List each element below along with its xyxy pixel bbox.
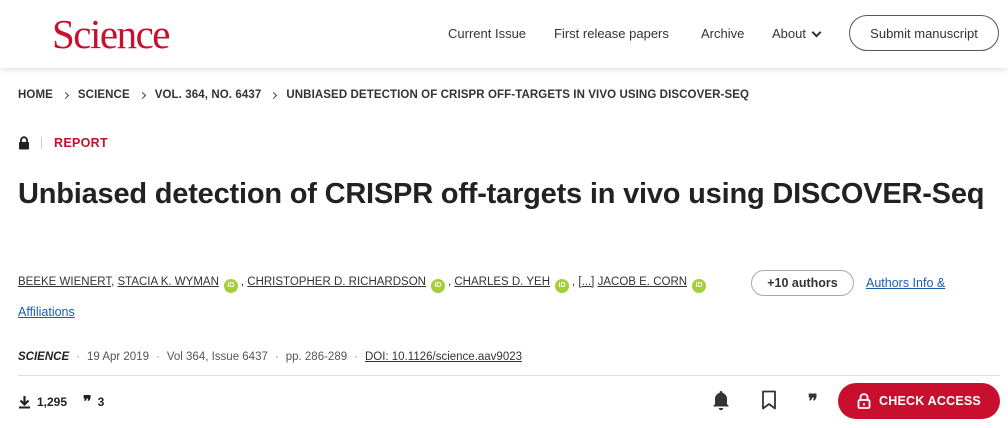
check-access-button[interactable]: CHECK ACCESS [838, 383, 1000, 419]
chevron-down-icon [811, 27, 822, 37]
doi-link[interactable]: DOI: 10.1126/science.aav9023 [365, 351, 522, 363]
article-metrics: 1,295 ❞ 3 [18, 392, 105, 411]
page-range: pp. 286-289 [285, 351, 348, 363]
divider [18, 375, 1000, 376]
separator: · [274, 351, 279, 363]
lock-icon [19, 136, 29, 150]
bell-icon[interactable] [711, 389, 731, 411]
orcid-icon[interactable]: iD [223, 279, 238, 293]
breadcrumb-science[interactable]: SCIENCE [78, 89, 130, 101]
separator: · [76, 351, 80, 363]
breadcrumb: HOME SCIENCE VOL. 364, NO. 6437 UNBIASED… [18, 89, 749, 101]
affiliations-link[interactable]: Affiliations [18, 305, 75, 319]
article-type: REPORT [54, 136, 108, 150]
volume-issue: Vol 364, Issue 6437 [166, 351, 268, 363]
author-link[interactable]: CHRISTOPHER D. RICHARDSON [247, 276, 426, 288]
authors-ellipsis[interactable]: [...] [578, 276, 594, 288]
unlock-icon [857, 393, 871, 409]
check-access-label: CHECK ACCESS [879, 394, 981, 408]
publication-meta: SCIENCE · 19 Apr 2019 · Vol 364, Issue 6… [18, 351, 522, 363]
citation-count: 3 [97, 395, 105, 409]
bookmark-icon[interactable] [761, 390, 777, 410]
author-link[interactable]: JACOB E. CORN [598, 276, 687, 288]
author-list: BEEKE WIENERT, STACIA K. WYMAN iD, CHRIST… [18, 274, 709, 293]
orcid-icon[interactable]: iD [692, 279, 707, 293]
author-link[interactable]: BEEKE WIENERT [18, 276, 111, 288]
author-link[interactable]: STACIA K. WYMAN [117, 276, 218, 288]
separator: · [354, 351, 358, 363]
author-link[interactable]: CHARLES D. YEH [454, 276, 550, 288]
more-authors-button[interactable]: +10 authors [751, 270, 854, 296]
divider [41, 137, 42, 149]
submit-manuscript-button[interactable]: Submit manuscript [849, 15, 999, 51]
article-title: Unbiased detection of CRISPR off-targets… [18, 178, 985, 210]
chevron-right-icon [270, 91, 278, 99]
quote-icon[interactable]: ❞ [808, 391, 818, 412]
orcid-icon[interactable]: iD [555, 279, 570, 293]
nav-about-label: About [772, 26, 806, 41]
authors-info-link[interactable]: Authors Info & [866, 276, 945, 290]
journal-name: SCIENCE [18, 351, 70, 363]
breadcrumb-current: UNBIASED DETECTION OF CRISPR OFF-TARGETS… [286, 89, 750, 101]
chevron-right-icon [61, 91, 69, 99]
download-count: 1,295 [37, 395, 68, 409]
nav-about[interactable]: About [772, 25, 822, 43]
article-type-row: REPORT [18, 136, 108, 150]
breadcrumb-home[interactable]: HOME [18, 89, 53, 101]
citation-icon: ❞ [83, 392, 92, 411]
nav-current-issue[interactable]: Current Issue [448, 25, 526, 43]
nav-archive[interactable]: Archive [701, 25, 744, 43]
site-header: Science Current Issue First release pape… [0, 0, 1008, 68]
nav-first-release-papers[interactable]: First release papers [554, 25, 669, 43]
chevron-right-icon [138, 91, 146, 99]
breadcrumb-volume[interactable]: VOL. 364, NO. 6437 [155, 89, 262, 101]
orcid-icon[interactable]: iD [430, 279, 445, 293]
separator: · [156, 351, 160, 363]
science-logo[interactable]: Science [52, 10, 170, 58]
publication-date: 19 Apr 2019 [86, 351, 149, 363]
download-icon [19, 396, 30, 409]
